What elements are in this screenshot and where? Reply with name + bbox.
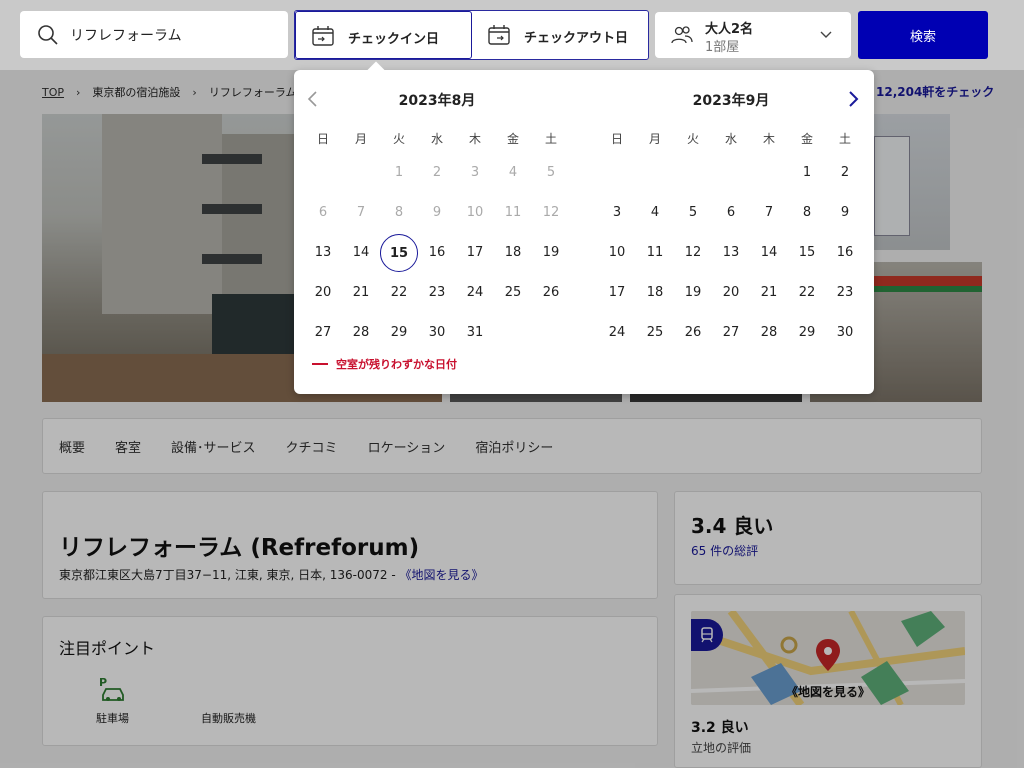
calendar-day[interactable]: 21	[342, 274, 380, 312]
calendar-day[interactable]: 11	[636, 234, 674, 272]
calendar-day[interactable]: 26	[674, 314, 712, 352]
calendar-day[interactable]: 16	[418, 234, 456, 272]
calendar-day[interactable]: 9	[826, 194, 864, 232]
calendar-day[interactable]: 18	[636, 274, 674, 312]
checkin-field[interactable]: チェックイン日	[295, 11, 472, 59]
calendar-day[interactable]: 20	[304, 274, 342, 312]
chevron-down-icon	[819, 26, 833, 45]
weekday-label: 金	[800, 132, 813, 146]
calendar-day[interactable]: 27	[712, 314, 750, 352]
calendar-day[interactable]: 8	[788, 194, 826, 232]
month-title: 2023年9月	[692, 93, 770, 109]
weekday-label: 月	[648, 132, 661, 146]
calendar-day: 12	[542, 205, 560, 220]
calendar-day: 6	[318, 205, 328, 220]
weekday-label: 火	[686, 132, 699, 146]
calendar-day[interactable]: 23	[418, 274, 456, 312]
destination-input[interactable]: リフレフォーラム	[70, 25, 182, 45]
calendar-day: 4	[508, 165, 518, 180]
calendar-day: 9	[432, 205, 442, 220]
guests-rooms: 1部屋	[705, 40, 740, 55]
calendar-day: 10	[466, 205, 484, 220]
calendar-legend: 空室が残りわずかな日付	[312, 356, 457, 372]
calendar-day[interactable]: 12	[674, 234, 712, 272]
calendar-day: 8	[394, 205, 404, 220]
calendar-day[interactable]: 5	[674, 194, 712, 232]
people-icon	[671, 25, 693, 49]
calendar-day[interactable]: 29	[380, 314, 418, 352]
calendar-day[interactable]: 13	[712, 234, 750, 272]
calendar-day[interactable]: 31	[456, 314, 494, 352]
checkout-field[interactable]: チェックアウト日	[472, 11, 648, 59]
weekday-label: 木	[762, 132, 775, 146]
weekday-label: 水	[430, 132, 443, 146]
calendar-day[interactable]: 27	[304, 314, 342, 352]
checkin-label: チェックイン日	[348, 32, 440, 47]
calendar-day: 5	[546, 165, 556, 180]
calendar-day[interactable]: 24	[456, 274, 494, 312]
calendar-day[interactable]: 28	[342, 314, 380, 352]
weekday-label: 日	[316, 132, 329, 146]
calendar-day: 11	[504, 205, 522, 220]
calendar-day: 2	[432, 165, 442, 180]
legend-text: 空室が残りわずかな日付	[336, 358, 457, 371]
weekday-label: 木	[468, 132, 481, 146]
calendar-day[interactable]: 30	[418, 314, 456, 352]
weekday-label: 日	[610, 132, 623, 146]
calendar-day[interactable]: 18	[494, 234, 532, 272]
calendar-day[interactable]: 19	[674, 274, 712, 312]
calendar-day[interactable]: 29	[788, 314, 826, 352]
calendar-day[interactable]: 10	[598, 234, 636, 272]
calendar-day[interactable]: 30	[826, 314, 864, 352]
calendar-day[interactable]: 1	[788, 154, 826, 192]
search-icon	[37, 24, 59, 50]
calendar-day[interactable]: 14	[342, 234, 380, 272]
calendar-day: 3	[470, 165, 480, 180]
calendar-day[interactable]: 15	[788, 234, 826, 272]
calendar-day[interactable]: 26	[532, 274, 570, 312]
calendar-day[interactable]: 19	[532, 234, 570, 272]
calendar-day[interactable]: 4	[636, 194, 674, 232]
search-bar: リフレフォーラム チェックイン日 チェックアウト日 大人2名 1部屋 検索	[0, 0, 1024, 70]
calendar-day[interactable]: 6	[712, 194, 750, 232]
guests-adults: 大人2名	[705, 22, 754, 37]
calendar-day[interactable]: 17	[456, 234, 494, 272]
calendar-day: 7	[356, 205, 366, 220]
calendar-day[interactable]: 21	[750, 274, 788, 312]
weekday-label: 土	[838, 132, 851, 146]
calendar-day[interactable]: 25	[636, 314, 674, 352]
destination-field[interactable]: リフレフォーラム	[20, 11, 288, 58]
calendar-day[interactable]: 24	[598, 314, 636, 352]
calendar-day: 1	[394, 165, 404, 180]
calendar-day[interactable]: 7	[750, 194, 788, 232]
calendar-day[interactable]: 2	[826, 154, 864, 192]
calendar-day[interactable]: 28	[750, 314, 788, 352]
calendar-day[interactable]: 22	[788, 274, 826, 312]
calendar-day[interactable]: 3	[598, 194, 636, 232]
calendar-day[interactable]: 16	[826, 234, 864, 272]
weekday-label: 水	[724, 132, 737, 146]
search-button[interactable]: 検索	[858, 11, 988, 59]
date-range-field: チェックイン日 チェックアウト日	[294, 10, 649, 60]
month-title: 2023年8月	[398, 93, 476, 109]
date-picker: 2023年8月日月火水木金土 1 2 3 4 5 6 7 8 9 10 11 12 13 14 15 16 17 1…	[294, 61, 874, 394]
calendar-day[interactable]: 13	[304, 234, 342, 272]
legend-line	[312, 363, 328, 365]
weekday-label: 土	[544, 132, 557, 146]
guests-field[interactable]: 大人2名 1部屋	[655, 12, 851, 58]
weekday-label: 火	[392, 132, 405, 146]
calendar-day[interactable]: 22	[380, 274, 418, 312]
calendar-checkout-icon	[488, 25, 510, 49]
calendar-checkin-icon	[312, 26, 334, 50]
calendar-day[interactable]: 23	[826, 274, 864, 312]
calendar-day[interactable]: 15	[380, 234, 418, 272]
weekday-label: 金	[506, 132, 519, 146]
calendar-day[interactable]: 17	[598, 274, 636, 312]
calendar-day[interactable]: 14	[750, 234, 788, 272]
calendar-day[interactable]: 25	[494, 274, 532, 312]
calendar-day[interactable]: 20	[712, 274, 750, 312]
weekday-label: 月	[354, 132, 367, 146]
checkout-label: チェックアウト日	[524, 31, 629, 46]
